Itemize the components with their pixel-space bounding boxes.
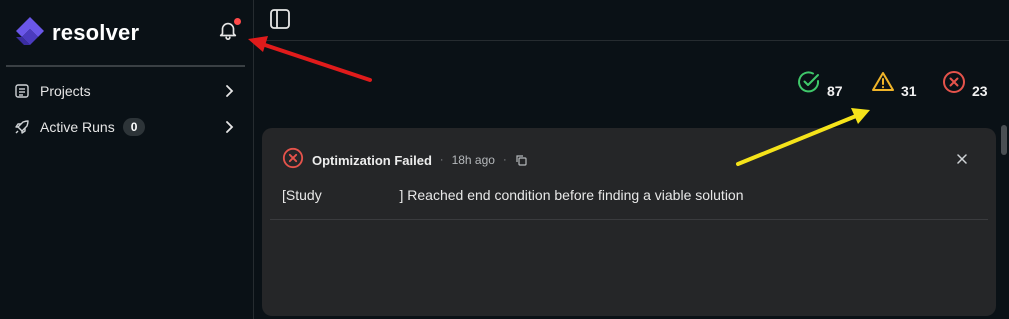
notification-message: [Study ] Reached end condition before fi…	[282, 187, 744, 203]
copy-icon[interactable]	[515, 154, 527, 166]
red-arrow	[248, 36, 372, 82]
active-runs-count-badge: 0	[122, 118, 146, 136]
chevron-right-icon	[222, 119, 236, 140]
success-count-value: 87	[827, 83, 843, 99]
error-count-value: 23	[972, 83, 988, 99]
separator-dot: ·	[502, 154, 507, 166]
sidebar-item-active-runs[interactable]: Active Runs 0	[8, 112, 244, 142]
unread-indicator-dot	[234, 18, 241, 25]
resolver-logo-icon	[14, 15, 46, 52]
warning-triangle-icon	[871, 70, 895, 99]
rocket-icon	[10, 119, 34, 135]
brand-name: resolver	[52, 20, 140, 45]
notifications-bell-button[interactable]	[214, 18, 242, 46]
sidebar-toggle-icon	[269, 8, 291, 35]
success-count[interactable]: 87	[797, 70, 843, 99]
sidebar-divider	[6, 65, 245, 67]
notification-divider	[270, 219, 988, 220]
toggle-sidebar-button[interactable]	[268, 8, 292, 35]
warning-count[interactable]: 31	[871, 70, 917, 99]
error-circle-icon	[282, 147, 304, 174]
check-circle-icon	[797, 70, 821, 99]
warning-count-value: 31	[901, 83, 917, 99]
close-notification-button[interactable]	[954, 152, 970, 168]
close-icon	[957, 151, 967, 169]
sidebar: resolver Projects Active Runs 0	[0, 0, 254, 319]
top-bar	[255, 0, 1009, 41]
error-count[interactable]: 23	[942, 70, 988, 99]
sidebar-item-label: Active Runs	[40, 119, 115, 135]
brand-logo[interactable]: resolver	[14, 16, 139, 50]
error-circle-icon	[942, 70, 966, 99]
notification-timestamp: 18h ago	[451, 153, 495, 167]
separator-dot: ·	[439, 154, 444, 166]
notification-title: Optimization Failed	[312, 152, 432, 168]
scrollbar-thumb[interactable]	[1001, 125, 1007, 155]
sidebar-item-projects[interactable]: Projects	[8, 76, 244, 106]
chevron-right-icon	[222, 83, 236, 104]
notification-panel: Optimization Failed · 18h ago · [Study ]…	[262, 128, 996, 316]
sidebar-item-label: Projects	[40, 83, 91, 99]
list-icon	[10, 83, 34, 99]
notification-header: Optimization Failed · 18h ago ·	[282, 147, 527, 170]
